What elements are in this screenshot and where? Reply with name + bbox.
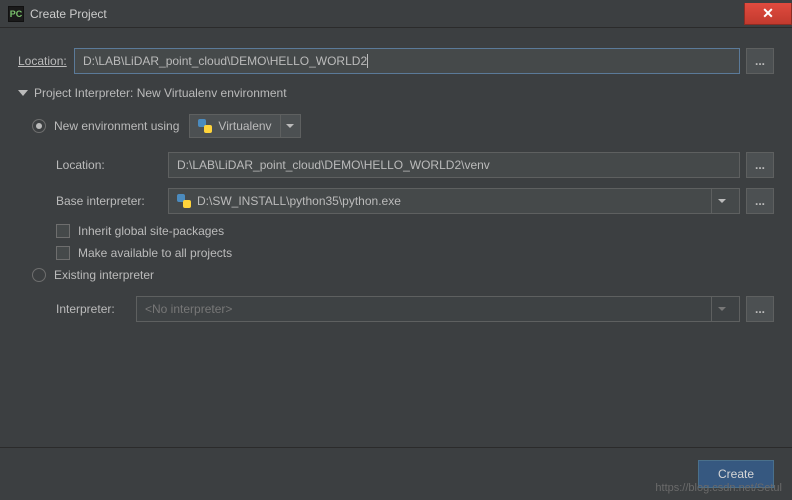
combo-drop-button[interactable]	[280, 115, 300, 137]
create-button[interactable]: Create	[698, 460, 774, 488]
inherit-label: Inherit global site-packages	[78, 224, 224, 238]
new-env-radio[interactable]	[32, 119, 46, 133]
inherit-checkbox[interactable]	[56, 224, 70, 238]
python-icon	[177, 194, 191, 208]
app-icon: PC	[8, 6, 24, 22]
env-location-input[interactable]	[168, 152, 740, 178]
location-input[interactable]: D:\LAB\LiDAR_point_cloud\DEMO\HELLO_WORL…	[74, 48, 740, 74]
chevron-down-icon	[18, 90, 28, 96]
interpreter-label: Interpreter:	[56, 302, 136, 316]
inherit-checkbox-row[interactable]: Inherit global site-packages	[56, 224, 774, 238]
virtualenv-combo[interactable]: Virtualenv	[189, 114, 300, 138]
existing-interpreter-label: Existing interpreter	[54, 268, 154, 282]
titlebar: PC Create Project ✕	[0, 0, 792, 28]
chevron-down-icon	[286, 124, 294, 128]
make-available-checkbox[interactable]	[56, 246, 70, 260]
close-icon: ✕	[762, 5, 774, 22]
new-env-radio-row[interactable]: New environment using Virtualenv	[32, 114, 774, 138]
existing-interpreter-radio-row[interactable]: Existing interpreter	[32, 268, 774, 282]
chevron-down-icon	[718, 307, 726, 311]
make-available-label: Make available to all projects	[78, 246, 232, 260]
env-location-browse-button[interactable]: ...	[746, 152, 774, 178]
dialog-content: Location: D:\LAB\LiDAR_point_cloud\DEMO\…	[0, 28, 792, 344]
env-location-label: Location:	[56, 158, 168, 172]
python-icon	[198, 119, 212, 133]
text-cursor	[367, 54, 368, 68]
location-label: Location:	[18, 54, 74, 68]
interpreter-section-toggle[interactable]: Project Interpreter: New Virtualenv envi…	[18, 86, 774, 100]
close-button[interactable]: ✕	[744, 3, 792, 25]
base-interpreter-label: Base interpreter:	[56, 194, 168, 208]
existing-interpreter-radio[interactable]	[32, 268, 46, 282]
base-interpreter-combo[interactable]: D:\SW_INSTALL\python35\python.exe	[168, 188, 740, 214]
location-browse-button[interactable]: ...	[746, 48, 774, 74]
interpreter-browse-button[interactable]: ...	[746, 296, 774, 322]
dialog-footer: Create	[0, 447, 792, 500]
chevron-down-icon	[718, 199, 726, 203]
new-env-label: New environment using	[54, 119, 179, 133]
section-title: Project Interpreter: New Virtualenv envi…	[34, 86, 287, 100]
window-title: Create Project	[30, 7, 107, 21]
interpreter-combo: <No interpreter>	[136, 296, 740, 322]
make-available-checkbox-row[interactable]: Make available to all projects	[56, 246, 774, 260]
base-interpreter-browse-button[interactable]: ...	[746, 188, 774, 214]
